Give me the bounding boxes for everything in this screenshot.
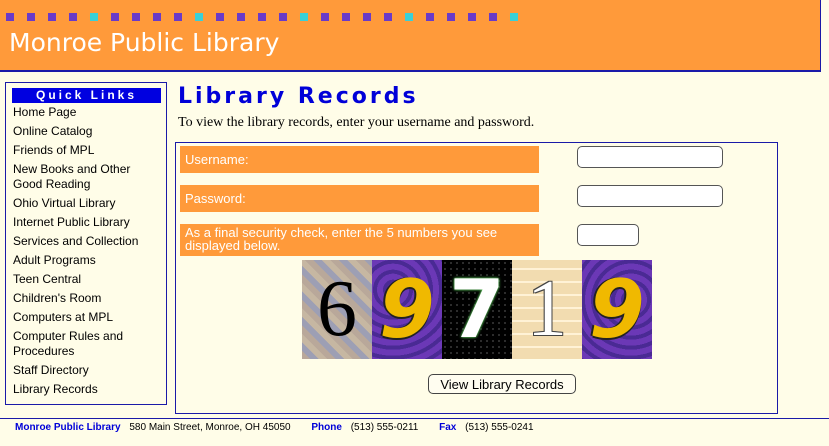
sidebar-item-library-records[interactable]: Library Records bbox=[13, 382, 163, 397]
decorative-dot bbox=[195, 13, 203, 21]
captcha-digit: 1 bbox=[527, 265, 567, 353]
decorative-dot bbox=[363, 13, 371, 21]
sidebar-item-computers-at-mpl[interactable]: Computers at MPL bbox=[13, 310, 163, 325]
footer-fax-label: Fax bbox=[439, 422, 457, 433]
captcha-digit-tile: 1 bbox=[512, 260, 582, 359]
decorative-dot bbox=[216, 13, 224, 21]
footer-library-name: Monroe Public Library bbox=[15, 422, 121, 433]
captcha-digit-tile: 9 bbox=[582, 260, 652, 359]
decorative-dot bbox=[321, 13, 329, 21]
decorative-dot bbox=[447, 13, 455, 21]
footer-phone-label: Phone bbox=[311, 422, 342, 433]
captcha-digit: 6 bbox=[317, 265, 357, 353]
username-label: Username: bbox=[180, 146, 539, 173]
quick-links-sidebar: Quick Links Home Page Online Catalog Fri… bbox=[5, 82, 167, 405]
sidebar-item-computer-rules[interactable]: Computer Rules and Procedures bbox=[13, 329, 163, 359]
password-label: Password: bbox=[180, 185, 539, 212]
decorative-dot bbox=[489, 13, 497, 21]
captcha-digit: 9 bbox=[589, 263, 645, 356]
sidebar-item-staff-directory[interactable]: Staff Directory bbox=[13, 363, 163, 378]
decorative-dot bbox=[384, 13, 392, 21]
sidebar-item-teen-central[interactable]: Teen Central bbox=[13, 272, 163, 287]
site-title: Monroe Public Library bbox=[9, 28, 280, 57]
sidebar-item-adult-programs[interactable]: Adult Programs bbox=[13, 253, 163, 268]
site-header: Monroe Public Library bbox=[0, 0, 820, 72]
decorative-dot bbox=[69, 13, 77, 21]
captcha-digit-tile: 9 bbox=[372, 260, 442, 359]
login-form: Username: Password: As a final security … bbox=[175, 142, 778, 414]
security-check-label: As a final security check, enter the 5 n… bbox=[180, 224, 539, 256]
quick-links-list: Home Page Online Catalog Friends of MPL … bbox=[13, 105, 163, 401]
decorative-dot bbox=[342, 13, 350, 21]
password-input[interactable] bbox=[577, 185, 723, 207]
footer-phone: (513) 555-0211 bbox=[350, 422, 419, 433]
security-code-input[interactable] bbox=[577, 224, 639, 246]
decorative-dot bbox=[405, 13, 413, 21]
sidebar-item-new-books[interactable]: New Books and Other Good Reading bbox=[13, 162, 163, 192]
decorative-dot bbox=[237, 13, 245, 21]
decorative-dot bbox=[132, 13, 140, 21]
username-input[interactable] bbox=[577, 146, 723, 168]
sidebar-item-ohio-virtual-library[interactable]: Ohio Virtual Library bbox=[13, 196, 163, 211]
decorative-dot bbox=[468, 13, 476, 21]
sidebar-item-friends-of-mpl[interactable]: Friends of MPL bbox=[13, 143, 163, 158]
footer-fax: (513) 555-0241 bbox=[465, 422, 534, 433]
decorative-dot bbox=[27, 13, 35, 21]
header-divider bbox=[820, 0, 821, 72]
captcha-digit: 7 bbox=[449, 263, 505, 356]
sidebar-item-home-page[interactable]: Home Page bbox=[13, 105, 163, 120]
quick-links-title: Quick Links bbox=[12, 88, 161, 103]
decorative-dot bbox=[153, 13, 161, 21]
decorative-dot bbox=[258, 13, 266, 21]
sidebar-item-internet-public-library[interactable]: Internet Public Library bbox=[13, 215, 163, 230]
sidebar-item-online-catalog[interactable]: Online Catalog bbox=[13, 124, 163, 139]
view-library-records-button[interactable]: View Library Records bbox=[428, 374, 576, 394]
decorative-dot bbox=[300, 13, 308, 21]
captcha-digit: 9 bbox=[379, 263, 435, 356]
captcha-digit-tile: 6 bbox=[302, 260, 372, 359]
decorative-dot bbox=[279, 13, 287, 21]
sidebar-item-childrens-room[interactable]: Children's Room bbox=[13, 291, 163, 306]
decorative-dot bbox=[111, 13, 119, 21]
page-title: Library Records bbox=[178, 84, 419, 109]
decorative-dot bbox=[510, 13, 518, 21]
decorative-dot bbox=[174, 13, 182, 21]
decorative-dot bbox=[90, 13, 98, 21]
captcha-digit-tile: 7 bbox=[442, 260, 512, 359]
footer-address: 580 Main Street, Monroe, OH 45050 bbox=[129, 422, 291, 433]
footer: Monroe Public Library 580 Main Street, M… bbox=[15, 422, 540, 433]
decorative-dot bbox=[426, 13, 434, 21]
decorative-dot bbox=[6, 13, 14, 21]
footer-divider bbox=[0, 418, 829, 419]
decorative-dot bbox=[48, 13, 56, 21]
captcha-image: 6 9 7 1 9 bbox=[302, 260, 652, 359]
intro-text: To view the library records, enter your … bbox=[178, 115, 535, 130]
sidebar-item-services-and-collection[interactable]: Services and Collection bbox=[13, 234, 163, 249]
